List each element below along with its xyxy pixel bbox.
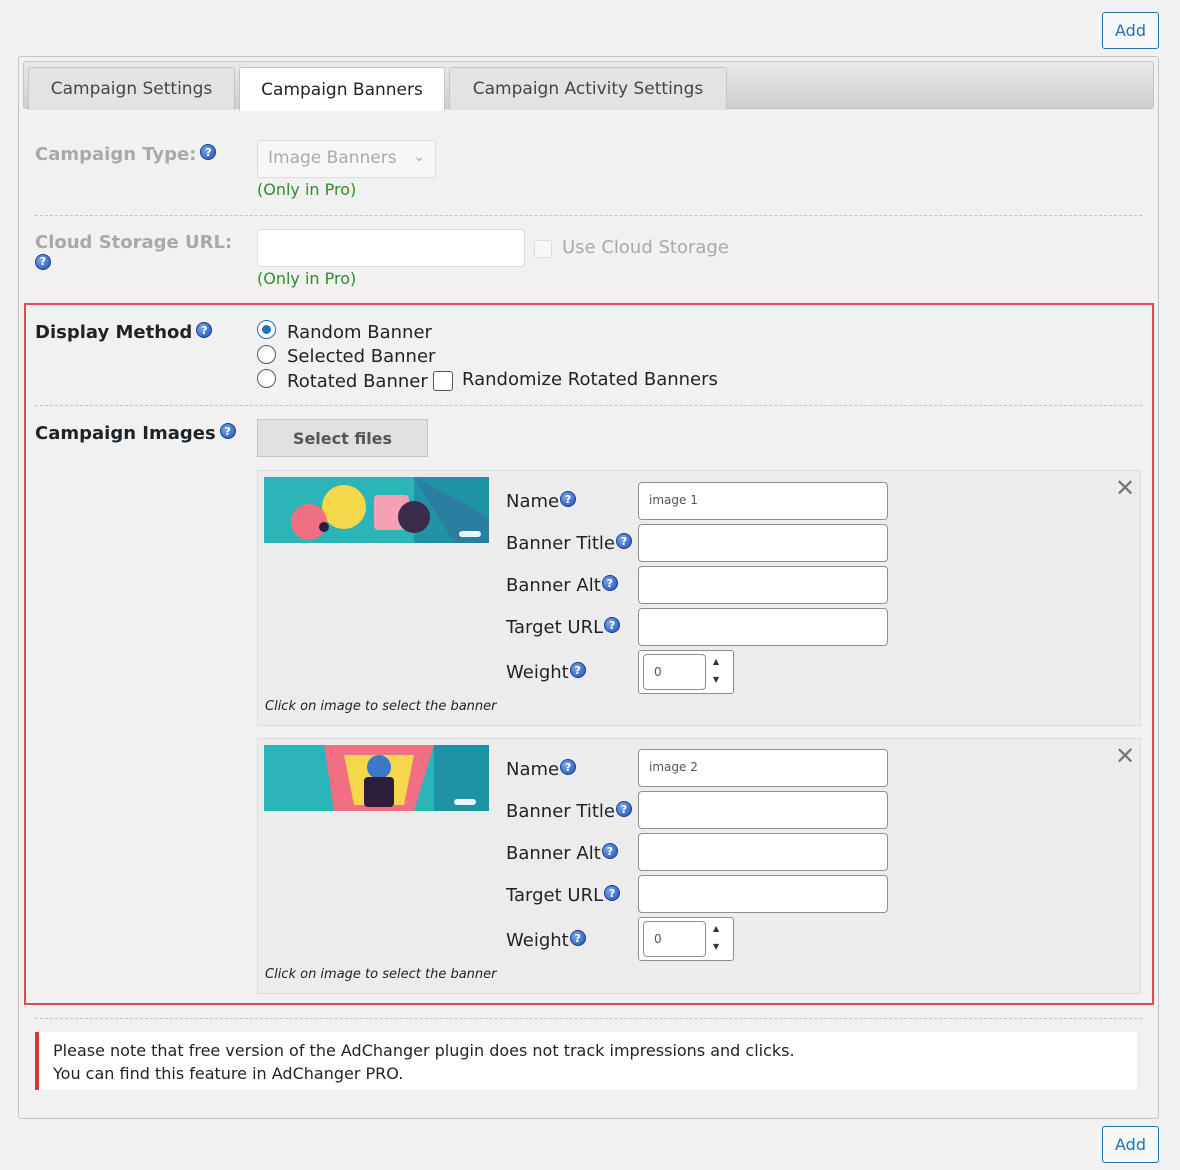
help-icon[interactable]: ? xyxy=(35,254,51,270)
randomize-rotated-checkbox[interactable] xyxy=(433,371,453,391)
help-icon[interactable]: ? xyxy=(560,491,577,507)
banner-hint: Click on image to select the banner xyxy=(265,967,497,982)
tab-campaign-settings[interactable]: Campaign Settings xyxy=(28,67,235,110)
rotated-banner-label: Rotated Banner xyxy=(287,371,428,392)
name-field-label: Name? xyxy=(506,759,577,780)
help-icon[interactable]: ? xyxy=(196,322,213,338)
weight-field-label: Weight? xyxy=(506,662,586,683)
radio-random-banner[interactable] xyxy=(257,320,276,339)
pro-notice: Please note that free version of the AdC… xyxy=(35,1032,1137,1090)
divider xyxy=(35,1018,1142,1019)
banner-title-field-label: Banner Title? xyxy=(506,533,632,554)
weight-stepper: 0 ▲ ▼ xyxy=(638,917,734,961)
banner-hint: Click on image to select the banner xyxy=(265,699,497,714)
help-icon[interactable]: ? xyxy=(604,617,621,633)
help-icon[interactable]: ? xyxy=(569,930,586,946)
banner-thumbnail-2[interactable] xyxy=(264,745,489,811)
help-icon[interactable]: ? xyxy=(601,575,618,591)
banner-title-field-label: Banner Title? xyxy=(506,801,632,822)
close-icon[interactable]: ✕ xyxy=(1115,474,1135,502)
notice-line-1: Please note that free version of the AdC… xyxy=(53,1041,795,1060)
cloud-storage-row-label: Cloud Storage URL: ? xyxy=(35,232,245,276)
random-banner-label: Random Banner xyxy=(287,322,432,343)
divider xyxy=(35,215,1142,216)
cloud-storage-label: Cloud Storage URL: xyxy=(35,232,233,253)
help-icon[interactable]: ? xyxy=(569,662,586,678)
chevron-down-icon: ⌄ xyxy=(413,149,425,165)
campaign-type-label: Campaign Type: xyxy=(35,144,197,165)
add-button-bottom[interactable]: Add xyxy=(1102,1126,1159,1163)
banner-title-input[interactable] xyxy=(638,524,888,562)
name-field-label: Name? xyxy=(506,491,577,512)
campaign-type-value: Image Banners xyxy=(268,148,397,168)
target-url-input[interactable] xyxy=(638,875,888,913)
banner-alt-input[interactable] xyxy=(638,833,888,871)
help-icon[interactable]: ? xyxy=(615,533,632,549)
randomize-rotated-label: Randomize Rotated Banners xyxy=(462,369,718,390)
increment-arrow-icon[interactable]: ▲ xyxy=(713,924,719,933)
display-method-label: Display Method xyxy=(35,322,193,343)
help-icon[interactable]: ? xyxy=(604,885,621,901)
decrement-arrow-icon[interactable]: ▼ xyxy=(713,675,719,684)
banner-title-input[interactable] xyxy=(638,791,888,829)
banner-thumbnail-1[interactable] xyxy=(264,477,489,543)
weight-input[interactable]: 0 xyxy=(643,654,706,690)
campaign-images-row-label: Campaign Images? xyxy=(35,423,236,444)
target-url-field-label: Target URL? xyxy=(506,885,621,906)
radio-selected-banner[interactable] xyxy=(257,345,276,364)
campaign-type-row-label: Campaign Type:? xyxy=(35,144,217,165)
target-url-field-label: Target URL? xyxy=(506,617,621,638)
notice-line-2: You can find this feature in AdChanger P… xyxy=(53,1064,404,1083)
tabs-bar: Campaign Settings Campaign Banners Campa… xyxy=(23,61,1154,111)
weight-field-label: Weight? xyxy=(506,930,586,951)
banner-card-2: ✕ Name? image 2 Banner Title? Banner Alt… xyxy=(257,738,1141,994)
use-cloud-storage-label: Use Cloud Storage xyxy=(562,237,729,258)
banner-name-input[interactable]: image 1 xyxy=(638,482,888,520)
campaign-images-label: Campaign Images xyxy=(35,423,216,444)
decrement-arrow-icon[interactable]: ▼ xyxy=(713,942,719,951)
weight-stepper: 0 ▲ ▼ xyxy=(638,650,734,694)
campaign-type-pro-note: (Only in Pro) xyxy=(257,180,357,199)
help-icon[interactable]: ? xyxy=(200,144,217,160)
cloud-storage-url-input xyxy=(257,229,525,267)
selected-banner-label: Selected Banner xyxy=(287,346,436,367)
target-url-input[interactable] xyxy=(638,608,888,646)
banner-alt-field-label: Banner Alt? xyxy=(506,843,618,864)
increment-arrow-icon[interactable]: ▲ xyxy=(713,657,719,666)
weight-input[interactable]: 0 xyxy=(643,921,706,957)
select-files-button[interactable]: Select files xyxy=(257,419,428,457)
radio-rotated-banner[interactable] xyxy=(257,369,276,388)
cloud-storage-pro-note: (Only in Pro) xyxy=(257,269,357,288)
add-button-top[interactable]: Add xyxy=(1102,12,1159,49)
help-icon[interactable]: ? xyxy=(601,843,618,859)
help-icon[interactable]: ? xyxy=(219,423,236,439)
banner-name-input[interactable]: image 2 xyxy=(638,749,888,787)
divider xyxy=(35,405,1142,406)
campaign-type-select: Image Banners ⌄ xyxy=(257,140,436,178)
close-icon[interactable]: ✕ xyxy=(1115,742,1135,770)
display-method-row-label: Display Method? xyxy=(35,322,213,343)
banner-alt-input[interactable] xyxy=(638,566,888,604)
tab-campaign-banners[interactable]: Campaign Banners xyxy=(239,67,445,111)
banner-alt-field-label: Banner Alt? xyxy=(506,575,618,596)
help-icon[interactable]: ? xyxy=(615,801,632,817)
tab-campaign-activity-settings[interactable]: Campaign Activity Settings xyxy=(449,67,727,110)
banner-card-1: ✕ Name? image 1 Banner Title? Banner Alt… xyxy=(257,470,1141,726)
use-cloud-storage-checkbox xyxy=(534,240,552,258)
help-icon[interactable]: ? xyxy=(560,759,577,775)
